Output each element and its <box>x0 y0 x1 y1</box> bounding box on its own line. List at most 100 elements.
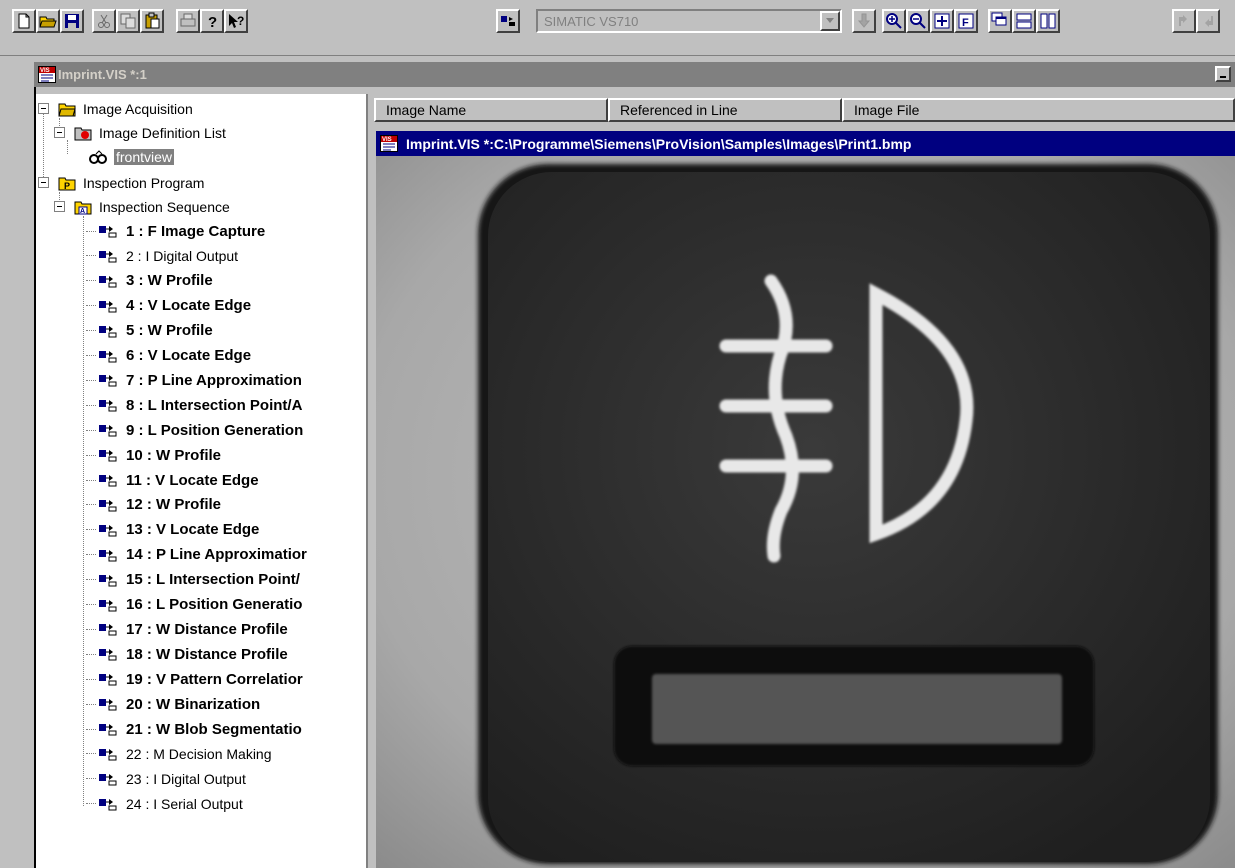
collapse-toggle[interactable] <box>54 127 65 138</box>
tree-label: 13 : V Locate Edge <box>126 521 260 539</box>
image-list-header: Image Name Referenced in Line Image File <box>374 98 1235 122</box>
tree-label: 8 : L Intersection Point/A <box>126 396 303 414</box>
tree-node-step[interactable]: 14 : P Line Approximatior <box>86 543 309 567</box>
tree-connector <box>86 255 96 257</box>
tree-node-frontview[interactable]: frontview <box>88 145 175 169</box>
tree-node-inspection-sequence[interactable]: A Inspection Sequence <box>54 195 232 219</box>
tree-node-image-definition-list[interactable]: Image Definition List <box>54 121 228 145</box>
tree-node-step[interactable]: 18 : W Distance Profile <box>86 642 290 666</box>
tree-connector <box>86 429 96 431</box>
tree-label: 20 : W Binarization <box>126 695 261 713</box>
help-icon[interactable]: ? <box>200 9 224 33</box>
collapse-toggle[interactable] <box>38 103 49 114</box>
tree-node-step[interactable]: 20 : W Binarization <box>86 692 262 716</box>
tree-node-step[interactable]: 22 : M Decision Making <box>86 742 274 766</box>
column-header-referenced-in-line[interactable]: Referenced in Line <box>608 98 842 122</box>
fit-icon[interactable] <box>930 9 954 33</box>
tree-label: 9 : L Position Generation <box>126 421 304 439</box>
tree-connector <box>86 604 96 605</box>
tree-node-step[interactable]: 9 : L Position Generation <box>86 418 305 442</box>
device-selector-value: SIMATIC VS710 <box>544 14 639 29</box>
inspection-step-icon <box>99 574 117 587</box>
column-header-image-file[interactable]: Image File <box>842 98 1235 122</box>
new-file-icon[interactable] <box>12 9 36 33</box>
copy-icon[interactable] <box>116 9 140 33</box>
context-help-icon[interactable]: ? <box>224 9 248 33</box>
vis-document-icon: VIS <box>380 135 398 152</box>
open-folder-icon[interactable] <box>36 9 60 33</box>
chevron-down-icon[interactable] <box>820 11 840 31</box>
tree-node-step[interactable]: 24 : I Serial Output <box>86 792 245 816</box>
download-icon[interactable] <box>852 9 876 33</box>
print-icon[interactable] <box>176 9 200 33</box>
tree-label: 21 : W Blob Segmentatio <box>126 720 302 738</box>
tree-node-step[interactable]: 1 : F Image Capture <box>86 219 267 243</box>
tree-node-step[interactable]: 12 : W Profile <box>86 493 223 517</box>
tree-node-step[interactable]: 23 : I Digital Output <box>86 767 248 791</box>
document-window-titlebar[interactable]: VIS Imprint.VIS *:1 <box>34 62 1235 87</box>
image-window-titlebar[interactable]: VIS Imprint.VIS *:C:\Programme\Siemens\P… <box>376 131 1235 156</box>
tile-vertical-icon[interactable] <box>1036 9 1060 33</box>
tree-node-step[interactable]: 19 : V Pattern Correlatior <box>86 667 305 691</box>
image-window-title: Imprint.VIS *:C:\Programme\Siemens\ProVi… <box>406 135 912 152</box>
zoom-in-icon[interactable] <box>882 9 906 33</box>
switch-photo <box>376 156 1235 868</box>
minimize-button[interactable] <box>1215 66 1231 82</box>
inspection-image[interactable] <box>376 156 1235 868</box>
tree-node-step[interactable]: 4 : V Locate Edge <box>86 294 253 318</box>
tree-node-step[interactable]: 5 : W Profile <box>86 319 215 343</box>
down-icon[interactable] <box>1196 9 1220 33</box>
save-icon[interactable] <box>60 9 84 33</box>
step-icon[interactable] <box>496 9 520 33</box>
tree-node-step[interactable]: 3 : W Profile <box>86 269 215 293</box>
tree-connector <box>86 628 96 630</box>
cut-icon[interactable] <box>92 9 116 33</box>
tree-node-step[interactable]: 10 : W Profile <box>86 443 223 467</box>
inspection-step-icon <box>99 549 117 562</box>
tree-node-step[interactable]: 11 : V Locate Edge <box>86 468 261 492</box>
tree-node-step[interactable]: 16 : L Position Generatio <box>86 593 304 617</box>
tree-connector <box>86 703 96 705</box>
program-folder-icon: P <box>58 177 76 191</box>
inspection-step-icon <box>99 475 117 487</box>
tree-label: 18 : W Distance Profile <box>126 645 288 663</box>
tree-connector <box>86 728 96 730</box>
inspection-step-icon <box>99 425 117 437</box>
tree-node-step[interactable]: 13 : V Locate Edge <box>86 518 261 542</box>
tree-label: Image Acquisition <box>83 101 193 117</box>
svg-text:F: F <box>962 17 969 29</box>
tree-label: 16 : L Position Generatio <box>126 596 303 613</box>
device-selector[interactable]: SIMATIC VS710 <box>536 9 842 33</box>
tree-node-step[interactable]: 7 : P Line Approximation <box>86 368 304 392</box>
tree-connector <box>86 330 96 332</box>
cascade-icon[interactable] <box>988 9 1012 33</box>
tree-connector <box>86 404 96 406</box>
tree-node-step[interactable]: 17 : W Distance Profile <box>86 617 290 641</box>
tree-label: 3 : W Profile <box>126 272 213 290</box>
tree-node-step[interactable]: 21 : W Blob Segmentatio <box>86 717 304 741</box>
tree-node-image-acquisition[interactable]: Image Acquisition <box>38 97 195 121</box>
sequence-folder-icon: A <box>74 201 92 215</box>
tree-connector <box>86 379 96 381</box>
collapse-toggle[interactable] <box>54 201 65 212</box>
tree-label: 7 : P Line Approximation <box>126 371 302 389</box>
collapse-toggle[interactable] <box>38 177 49 188</box>
zoom-out-icon[interactable] <box>906 9 930 33</box>
tree-node-inspection-program[interactable]: P Inspection Program <box>38 171 206 195</box>
project-tree[interactable]: Image Acquisition Image Definition List … <box>36 94 368 868</box>
tree-node-step[interactable]: 15 : L Intersection Point/ <box>86 568 302 592</box>
up-icon[interactable] <box>1172 9 1196 33</box>
full-icon[interactable]: F <box>954 9 978 33</box>
tree-node-step[interactable]: 8 : L Intersection Point/A <box>86 393 304 417</box>
tree-node-step[interactable]: 6 : V Locate Edge <box>86 344 253 368</box>
tree-label: 2 : I Digital Output <box>126 247 239 264</box>
tree-node-step[interactable]: 2 : I Digital Output <box>86 244 240 268</box>
tree-connector <box>86 230 96 232</box>
tree-connector <box>86 305 96 307</box>
paste-icon[interactable] <box>140 9 164 33</box>
inspection-step-icon <box>99 499 117 512</box>
column-header-image-name[interactable]: Image Name <box>374 98 608 122</box>
inspection-step-icon <box>99 350 117 362</box>
tree-connector <box>86 753 96 755</box>
tile-horizontal-icon[interactable] <box>1012 9 1036 33</box>
